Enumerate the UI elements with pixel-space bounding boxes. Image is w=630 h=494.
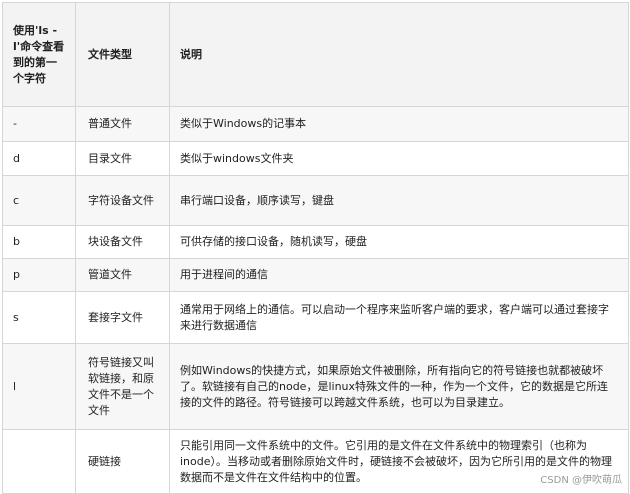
cell-type: 普通文件	[75, 106, 170, 142]
header-description: 说明	[169, 2, 629, 107]
table-row: - 普通文件 类似于Windows的记事本	[2, 106, 629, 142]
table-row: 硬链接 只能引用同一文件系统中的文件。它引用的是文件在文件系统中的物理索引（也称…	[2, 429, 629, 494]
watermark: CSDN @伊吹萌瓜	[540, 475, 622, 486]
cell-type: 套接字文件	[75, 291, 170, 344]
file-type-table: 使用'ls -l'命令查看到的第一个字符 文件类型 说明 - 普通文件 类似于W…	[2, 2, 629, 494]
cell-char: s	[2, 291, 76, 344]
cell-desc: 通常用于网络上的通信。可以启动一个程序来监听客户端的要求，客户端可以通过套接字来…	[169, 291, 629, 344]
table-row: l 符号链接又叫软链接，和原文件不是一个文件 例如Windows的快捷方式，如果…	[2, 343, 629, 430]
cell-desc: 串行端口设备，顺序读写，键盘	[169, 175, 629, 226]
cell-desc: 类似于windows文件夹	[169, 141, 629, 176]
cell-desc: 类似于Windows的记事本	[169, 106, 629, 142]
header-first-char: 使用'ls -l'命令查看到的第一个字符	[2, 2, 76, 107]
table-row: c 字符设备文件 串行端口设备，顺序读写，键盘	[2, 175, 629, 226]
table-row: d 目录文件 类似于windows文件夹	[2, 141, 629, 176]
table-row: b 块设备文件 可供存储的接口设备，随机读写，硬盘	[2, 225, 629, 259]
document: 使用'ls -l'命令查看到的第一个字符 文件类型 说明 - 普通文件 类似于W…	[2, 2, 629, 494]
cell-type: 硬链接	[75, 429, 170, 494]
cell-desc: 例如Windows的快捷方式，如果原始文件被删除，所有指向它的符号链接也就都被破…	[169, 343, 629, 430]
cell-char: d	[2, 141, 76, 176]
table-header-row: 使用'ls -l'命令查看到的第一个字符 文件类型 说明	[2, 2, 629, 107]
cell-type: 目录文件	[75, 141, 170, 176]
cell-char: b	[2, 225, 76, 259]
cell-char: -	[2, 106, 76, 142]
cell-desc: 可供存储的接口设备，随机读写，硬盘	[169, 225, 629, 259]
table-row: s 套接字文件 通常用于网络上的通信。可以启动一个程序来监听客户端的要求，客户端…	[2, 291, 629, 344]
cell-desc: 用于进程间的通信	[169, 258, 629, 292]
cell-char: p	[2, 258, 76, 292]
header-file-type: 文件类型	[75, 2, 170, 107]
cell-char: c	[2, 175, 76, 226]
cell-char	[2, 429, 76, 494]
cell-char: l	[2, 343, 76, 430]
cell-type: 管道文件	[75, 258, 170, 292]
table-row: p 管道文件 用于进程间的通信	[2, 258, 629, 292]
cell-type: 字符设备文件	[75, 175, 170, 226]
cell-type: 块设备文件	[75, 225, 170, 259]
cell-type: 符号链接又叫软链接，和原文件不是一个文件	[75, 343, 170, 430]
